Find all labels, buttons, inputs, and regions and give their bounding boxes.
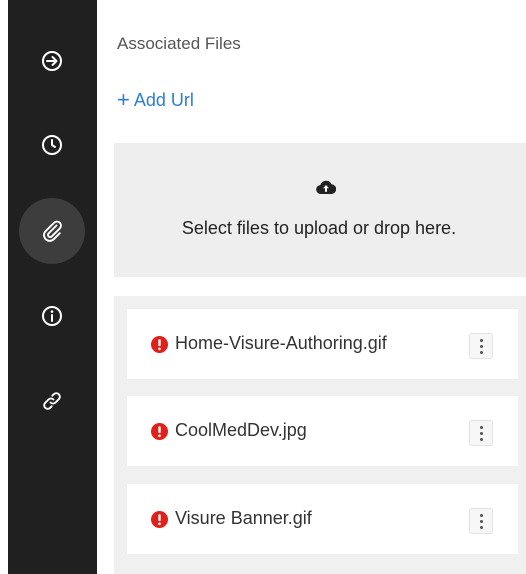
file-item[interactable]: CoolMedDev.jpg bbox=[127, 396, 518, 466]
more-vertical-icon bbox=[479, 513, 483, 517]
file-item[interactable]: Visure Banner.gif bbox=[127, 484, 518, 554]
error-icon bbox=[151, 511, 168, 528]
more-vertical-icon bbox=[479, 338, 483, 342]
add-url-label: Add Url bbox=[133, 89, 194, 110]
link-icon bbox=[43, 392, 61, 410]
more-vertical-icon bbox=[479, 425, 483, 429]
file-menu-button[interactable] bbox=[469, 508, 493, 534]
cloud-upload-icon bbox=[316, 180, 336, 195]
plus-icon: + bbox=[117, 87, 130, 112]
sidebar-item-links[interactable] bbox=[19, 368, 85, 434]
error-icon bbox=[151, 423, 168, 440]
paperclip-icon bbox=[43, 220, 62, 242]
sidebar bbox=[8, 0, 97, 574]
associated-files-panel: Associated Files + Add Url Select files … bbox=[97, 0, 526, 574]
sidebar-item-navigate[interactable] bbox=[19, 28, 85, 94]
arrow-right-circle-icon bbox=[42, 51, 62, 71]
file-name: Home-Visure-Authoring.gif bbox=[175, 333, 387, 353]
file-name: Visure Banner.gif bbox=[175, 508, 312, 528]
dropzone-text: Select files to upload or drop here. bbox=[181, 218, 457, 238]
sidebar-item-info[interactable] bbox=[19, 283, 85, 349]
info-icon bbox=[42, 306, 62, 326]
sidebar-item-history[interactable] bbox=[19, 112, 85, 178]
file-menu-button[interactable] bbox=[469, 333, 493, 359]
file-list: Home-Visure-Authoring.gif CoolMedDev.jpg bbox=[114, 296, 526, 574]
error-icon bbox=[151, 336, 168, 353]
clock-icon bbox=[42, 135, 62, 155]
file-name: CoolMedDev.jpg bbox=[175, 420, 307, 440]
file-dropzone[interactable]: Select files to upload or drop here. bbox=[114, 143, 526, 277]
file-menu-button[interactable] bbox=[469, 420, 493, 446]
file-item[interactable]: Home-Visure-Authoring.gif bbox=[127, 309, 518, 379]
section-title: Associated Files bbox=[117, 34, 241, 53]
add-url-button[interactable]: + Add Url bbox=[117, 89, 194, 111]
sidebar-item-attachments[interactable] bbox=[19, 198, 85, 264]
